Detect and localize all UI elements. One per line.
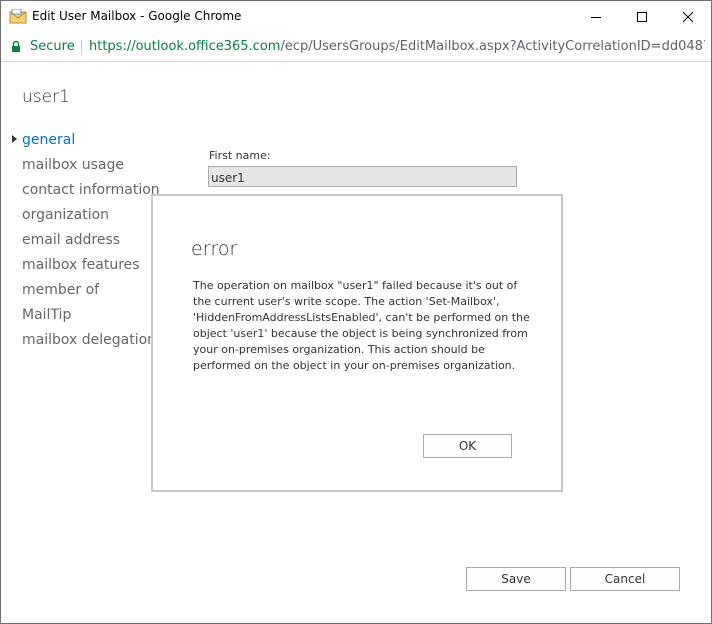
cancel-button[interactable]: Cancel (570, 567, 680, 591)
window-title: Edit User Mailbox - Google Chrome (32, 9, 242, 23)
url-path: /ecp/UsersGroups/EditMailbox.aspx?Activi… (280, 39, 705, 54)
browser-window: Edit User Mailbox - Google Chrome Secure… (0, 0, 712, 624)
minimize-button[interactable] (573, 1, 619, 32)
error-dialog: error The operation on mailbox "user1" f… (151, 194, 563, 492)
address-bar[interactable]: Secure https://outlook.office365.com/ecp… (1, 33, 711, 62)
dialog-title: error (191, 238, 238, 260)
mailbox-app-icon (9, 9, 27, 24)
close-window-button[interactable] (665, 1, 711, 32)
nav-item-contact-information[interactable]: contact information (22, 182, 160, 198)
first-name-field[interactable]: user1 (208, 166, 517, 187)
lock-icon (12, 40, 20, 52)
nav-item-organization[interactable]: organization (22, 207, 109, 223)
nav-item-general[interactable]: general (22, 132, 75, 148)
secure-label: Secure (30, 39, 75, 54)
first-name-label: First name: (209, 149, 271, 162)
maximize-button[interactable] (619, 1, 665, 32)
maximize-icon (637, 11, 647, 22)
title-bar: Edit User Mailbox - Google Chrome (1, 1, 711, 33)
selected-arrow-icon (12, 135, 17, 143)
save-button[interactable]: Save (466, 567, 566, 591)
minimize-icon (591, 16, 601, 18)
nav-item-email-address[interactable]: email address (22, 232, 120, 248)
close-icon (682, 11, 694, 22)
page-title: user1 (22, 87, 70, 107)
nav-item-member-of[interactable]: member of (22, 282, 99, 298)
nav-item-mailbox-features[interactable]: mailbox features (22, 257, 140, 273)
url-host: https://outlook.office365.com (89, 39, 281, 54)
ok-button[interactable]: OK (423, 434, 512, 458)
address-separator (81, 40, 82, 55)
nav-item-mailbox-delegation[interactable]: mailbox delegation (22, 332, 156, 348)
nav-item-mailbox-usage[interactable]: mailbox usage (22, 157, 124, 173)
error-message: The operation on mailbox "user1" failed … (193, 279, 530, 372)
nav-item-mailtip[interactable]: MailTip (22, 307, 71, 323)
url-text[interactable]: https://outlook.office365.com/ecp/UsersG… (89, 39, 705, 54)
